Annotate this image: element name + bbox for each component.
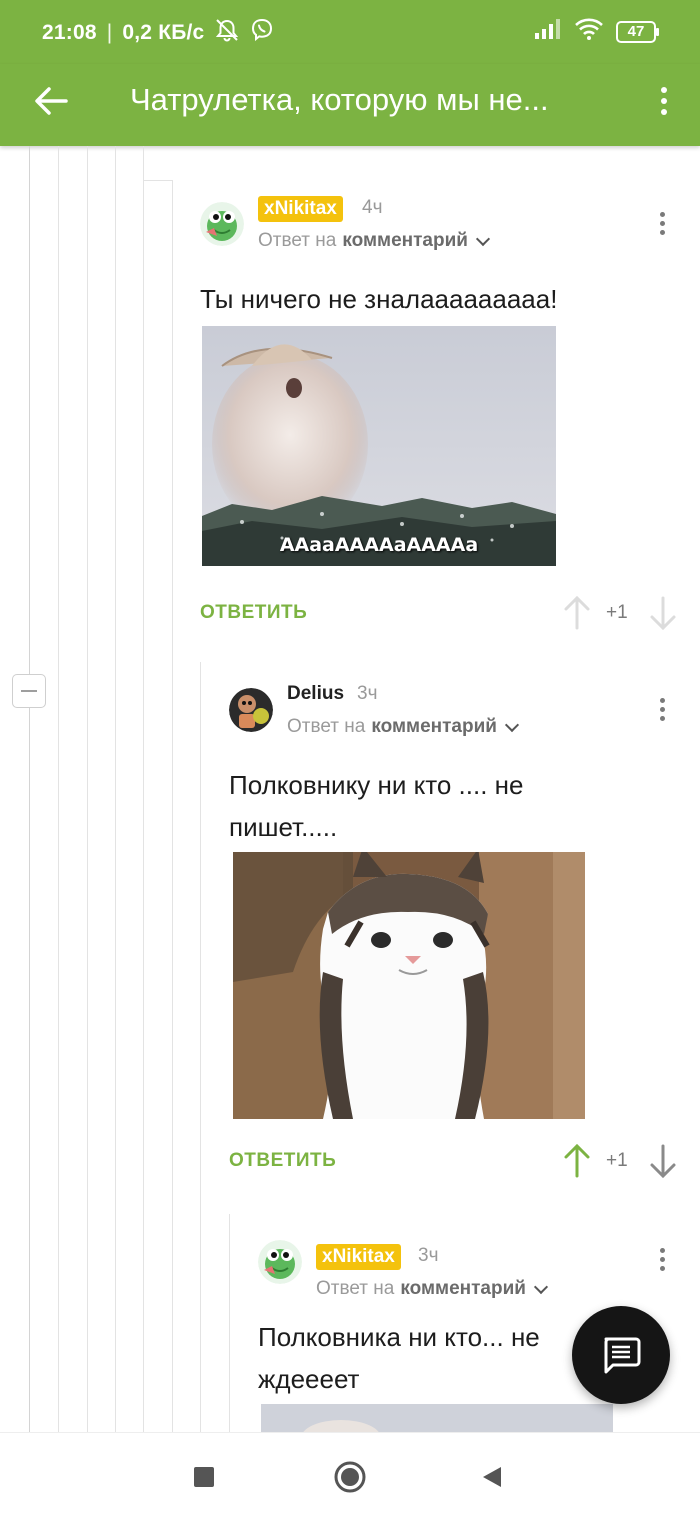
system-back-button[interactable] bbox=[472, 1457, 512, 1497]
home-button[interactable] bbox=[330, 1457, 370, 1497]
comment-actions: ОТВЕТИТЬ +1 bbox=[229, 1142, 680, 1182]
arrow-left-icon bbox=[35, 87, 68, 115]
recents-square-icon bbox=[194, 1467, 214, 1487]
back-button[interactable] bbox=[28, 78, 74, 124]
comment-more-button[interactable] bbox=[656, 208, 668, 238]
screen: 21:08 | 0,2 КБ/с 47 Чатрулетка, которую … bbox=[0, 0, 700, 1517]
status-right: 47 bbox=[534, 18, 660, 45]
comment-more-button[interactable] bbox=[656, 694, 668, 724]
comment-1: xNikitax 4ч Ответ на комментарий Ты ниче… bbox=[200, 196, 680, 634]
author-name[interactable]: xNikitax bbox=[316, 1244, 401, 1270]
comment-time: 4ч bbox=[362, 197, 383, 218]
image-caption: ААааААААаААААа bbox=[279, 534, 479, 556]
viber-icon bbox=[250, 18, 274, 48]
comment-score: +1 bbox=[606, 602, 628, 623]
reply-button[interactable]: ОТВЕТИТЬ bbox=[229, 1150, 336, 1172]
arrow-down-icon bbox=[650, 596, 676, 631]
reply-to[interactable]: Ответ на комментарий bbox=[287, 716, 520, 738]
reply-to[interactable]: Ответ на комментарий bbox=[258, 230, 491, 252]
reply-to-target: комментарий bbox=[400, 1278, 526, 1299]
comment-image[interactable] bbox=[261, 1404, 613, 1432]
recents-button[interactable] bbox=[184, 1457, 224, 1497]
comment-actions: ОТВЕТИТЬ +1 bbox=[200, 594, 680, 634]
chevron-down-icon bbox=[533, 1279, 549, 1294]
battery-level: 47 bbox=[627, 22, 645, 40]
comment-text: Ты ничего не зналааааааааа! bbox=[200, 284, 558, 314]
back-triangle-icon bbox=[483, 1467, 501, 1487]
arrow-up-icon bbox=[564, 595, 590, 630]
chevron-down-icon bbox=[475, 231, 491, 246]
system-nav-bar bbox=[0, 1432, 700, 1517]
comment-score: +1 bbox=[606, 1150, 628, 1171]
status-left: 21:08 | 0,2 КБ/с bbox=[42, 18, 274, 48]
new-comment-fab[interactable] bbox=[572, 1306, 670, 1404]
page-title: Чатрулетка, которую мы не... bbox=[130, 82, 549, 117]
reply-button[interactable]: ОТВЕТИТЬ bbox=[200, 602, 307, 624]
signal-icon bbox=[534, 19, 562, 44]
avatar[interactable] bbox=[258, 1240, 302, 1284]
downvote-button[interactable] bbox=[648, 1142, 678, 1180]
upvote-button[interactable] bbox=[562, 1142, 592, 1180]
chevron-down-icon bbox=[504, 717, 520, 732]
arrow-up-icon bbox=[564, 1143, 590, 1178]
author-name[interactable]: xNikitax bbox=[258, 196, 343, 222]
home-circle-icon bbox=[334, 1461, 366, 1493]
avatar[interactable] bbox=[229, 688, 273, 732]
reply-to-target: комментарий bbox=[342, 230, 468, 251]
status-net-speed: 0,2 КБ/с bbox=[122, 21, 205, 44]
reply-to[interactable]: Ответ на комментарий bbox=[316, 1278, 549, 1300]
reply-to-prefix: Ответ на bbox=[287, 716, 366, 737]
status-separator: | bbox=[106, 21, 113, 44]
comment-2: Delius 3ч Ответ на комментарий Полковник… bbox=[229, 683, 680, 1188]
comment-image[interactable] bbox=[233, 852, 585, 1119]
reply-to-prefix: Ответ на bbox=[258, 230, 337, 251]
overflow-menu-button[interactable] bbox=[654, 78, 674, 124]
status-time: 21:08 bbox=[42, 21, 97, 44]
avatar[interactable] bbox=[200, 202, 244, 246]
reply-to-prefix: Ответ на bbox=[316, 1278, 395, 1299]
app-bar: Чатрулетка, которую мы не... bbox=[0, 64, 700, 146]
comment-more-button[interactable] bbox=[656, 1244, 668, 1274]
upvote-button[interactable] bbox=[562, 594, 592, 632]
comment-icon bbox=[604, 1337, 641, 1374]
reply-to-target: комментарий bbox=[371, 716, 497, 737]
comment-text: Полковнику ни кто .... не пишет..... bbox=[229, 770, 524, 842]
status-bar: 21:08 | 0,2 КБ/с 47 bbox=[0, 0, 700, 64]
comment-time: 3ч bbox=[418, 1245, 439, 1266]
battery-icon: 47 bbox=[616, 20, 660, 43]
collapse-thread-button[interactable] bbox=[12, 674, 46, 708]
downvote-button[interactable] bbox=[648, 594, 678, 632]
wifi-icon bbox=[574, 18, 604, 45]
comment-time: 3ч bbox=[357, 683, 378, 704]
author-name[interactable]: Delius bbox=[287, 683, 344, 705]
comment-image[interactable]: ААааААААаААААа bbox=[202, 326, 556, 566]
comment-text: Полковника ни кто... не ждеееет bbox=[258, 1322, 540, 1394]
bell-off-icon bbox=[214, 18, 240, 48]
arrow-down-icon bbox=[650, 1144, 676, 1179]
